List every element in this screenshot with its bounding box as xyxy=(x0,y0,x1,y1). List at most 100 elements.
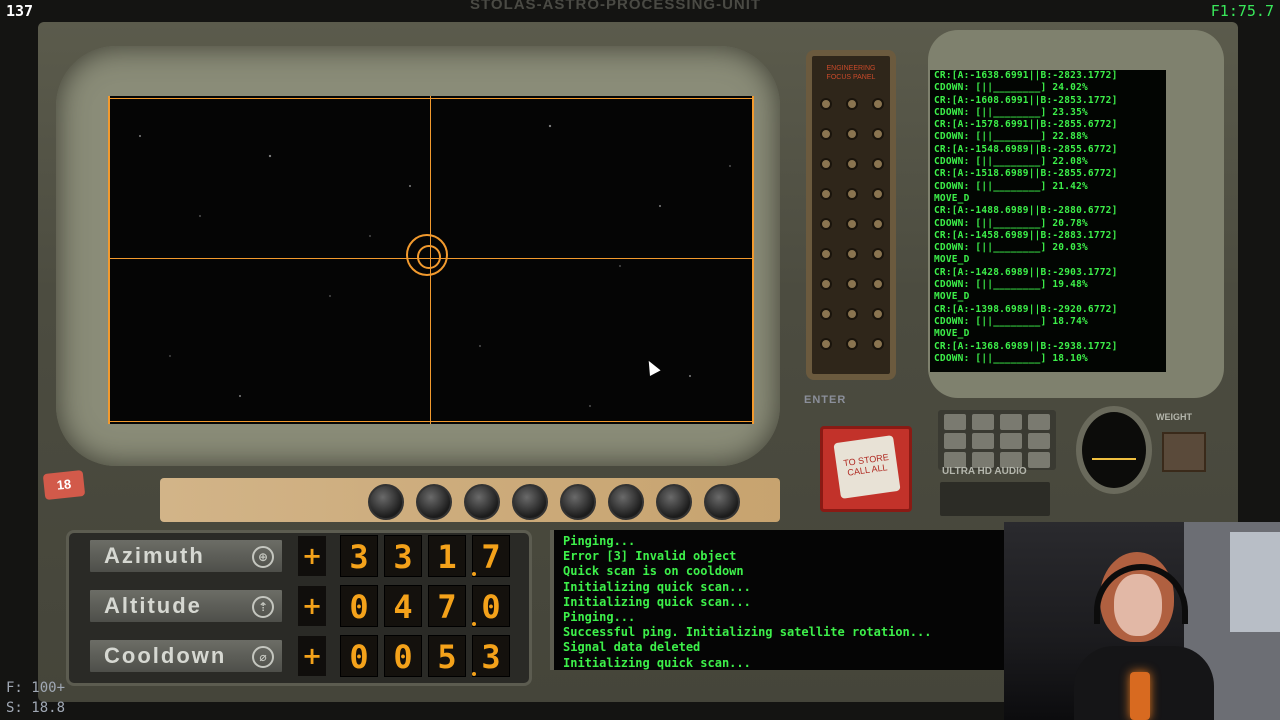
log-line: CDOWN: [||________] 18.74% xyxy=(934,315,1088,327)
patch-jack[interactable] xyxy=(846,218,858,230)
patch-jack[interactable] xyxy=(820,248,832,260)
cooldown-digit[interactable]: 5 xyxy=(428,635,466,677)
decimal-point xyxy=(472,572,476,576)
log-line: CDOWN: [||________] 22.88% xyxy=(934,131,1088,143)
altitude-digit[interactable]: 7 xyxy=(428,585,466,627)
compass-icon: ⊕ xyxy=(252,546,274,568)
cooldown-digit[interactable]: 3 xyxy=(472,635,510,677)
decimal-point xyxy=(472,672,476,676)
log-line: CR:[A:-1548.6989||B:-2855.6772] xyxy=(934,143,1118,155)
patch-jack[interactable] xyxy=(872,308,884,320)
log-line: MOVE_D xyxy=(934,291,970,303)
mouse-cursor-icon xyxy=(643,358,661,376)
patch-panel-label: ENGINEERING FOCUS PANEL xyxy=(826,65,876,81)
terminal-line: Initializing quick scan... xyxy=(563,655,751,670)
scope-waveform xyxy=(1092,458,1136,460)
patch-jack[interactable] xyxy=(872,248,884,260)
patch-jack[interactable] xyxy=(872,98,884,110)
patch-jack[interactable] xyxy=(846,188,858,200)
log-line: MOVE_D xyxy=(934,254,970,266)
keypad-key[interactable] xyxy=(1028,433,1050,449)
log-line: CDOWN: [||________] 18.10% xyxy=(934,352,1088,364)
patch-jack[interactable] xyxy=(846,128,858,140)
altitude-digit[interactable]: 4 xyxy=(384,585,422,627)
terminal-line: Pinging... xyxy=(563,610,636,625)
patch-jack[interactable] xyxy=(820,158,832,170)
log-line: CR:[A:-1398.6989||B:-2920.6772] xyxy=(934,303,1118,315)
patch-jack[interactable] xyxy=(846,338,858,350)
patch-jack[interactable] xyxy=(846,248,858,260)
azimuth-digit[interactable]: 3 xyxy=(340,535,378,577)
altitude-label-text: Altitude xyxy=(104,593,202,618)
patch-jack[interactable] xyxy=(846,278,858,290)
cooldown-digit[interactable]: 0 xyxy=(384,635,422,677)
keypad[interactable] xyxy=(938,410,1056,470)
log-line: CDOWN: [||________] 23.35% xyxy=(934,106,1088,118)
keypad-key[interactable] xyxy=(972,414,994,430)
azimuth-digit[interactable]: 7 xyxy=(472,535,510,577)
keypad-key[interactable] xyxy=(944,414,966,430)
streamer-webcam xyxy=(1004,522,1280,720)
keypad-key[interactable] xyxy=(1000,433,1022,449)
log-line: CR:[A:-1638.6991||B:-2823.1772] xyxy=(934,70,1118,81)
knob-4[interactable] xyxy=(512,484,548,520)
star-field-screen[interactable] xyxy=(108,96,754,424)
cooldown-digit[interactable]: 0 xyxy=(340,635,378,677)
button-18[interactable]: 18 xyxy=(42,469,86,501)
log-line: CDOWN: [||________] 24.02% xyxy=(934,82,1088,94)
patch-jack[interactable] xyxy=(820,128,832,140)
knob-7[interactable] xyxy=(656,484,692,520)
terminal-line: Error [3] Invalid object xyxy=(563,549,737,564)
cooldown-sign-toggle[interactable]: + xyxy=(298,636,326,676)
patch-jack[interactable] xyxy=(820,338,832,350)
status-terminal: Pinging... Error [3] Invalid object Quick … xyxy=(550,530,1010,670)
frame-counter: 137 xyxy=(6,2,34,20)
patch-jack[interactable] xyxy=(820,308,832,320)
oscilloscope xyxy=(1076,406,1152,494)
keypad-key[interactable] xyxy=(1000,414,1022,430)
keypad-key[interactable] xyxy=(1028,452,1050,468)
knob-3[interactable] xyxy=(464,484,500,520)
azimuth-sign-toggle[interactable]: + xyxy=(298,536,326,576)
keypad-key[interactable] xyxy=(1028,414,1050,430)
log-line: CR:[A:-1458.6989||B:-2883.1772] xyxy=(934,229,1118,241)
patch-jack[interactable] xyxy=(846,98,858,110)
patch-jack[interactable] xyxy=(820,218,832,230)
target-reticle-icon xyxy=(406,234,448,276)
azimuth-digit[interactable]: 1 xyxy=(428,535,466,577)
keypad-key[interactable] xyxy=(972,433,994,449)
patch-jack[interactable] xyxy=(846,158,858,170)
log-line: CDOWN: [||________] 22.08% xyxy=(934,156,1088,168)
terminal-line: Initializing quick scan... xyxy=(563,594,751,609)
azimuth-digit[interactable]: 3 xyxy=(384,535,422,577)
patch-jack[interactable] xyxy=(820,98,832,110)
altitude-digit[interactable]: 0 xyxy=(340,585,378,627)
patch-jack[interactable] xyxy=(872,188,884,200)
cooldown-label: Cooldown ⌀ xyxy=(88,638,284,674)
fps-readout: F1:75.7 xyxy=(1210,2,1274,20)
speed-stat: S: 18.8 xyxy=(6,700,66,716)
enter-label: ENTER xyxy=(804,394,847,406)
knob-1[interactable] xyxy=(368,484,404,520)
knob-5[interactable] xyxy=(560,484,596,520)
patch-jack[interactable] xyxy=(872,278,884,290)
altitude-digit[interactable]: 0 xyxy=(472,585,510,627)
azimuth-label-text: Azimuth xyxy=(104,543,205,568)
patch-jack[interactable] xyxy=(872,338,884,350)
knob-6[interactable] xyxy=(608,484,644,520)
patch-jack[interactable] xyxy=(872,128,884,140)
altitude-sign-toggle[interactable]: + xyxy=(298,586,326,626)
patch-jack[interactable] xyxy=(820,278,832,290)
log-line: CR:[A:-1578.6991||B:-2855.6772] xyxy=(934,119,1118,131)
knob-8[interactable] xyxy=(704,484,740,520)
patch-jack[interactable] xyxy=(872,158,884,170)
patch-jack[interactable] xyxy=(846,308,858,320)
knob-2[interactable] xyxy=(416,484,452,520)
audio-sliders[interactable] xyxy=(940,482,1050,516)
patch-jack[interactable] xyxy=(820,188,832,200)
keypad-key[interactable] xyxy=(944,433,966,449)
log-line: CR:[A:-1488.6989||B:-2880.6772] xyxy=(934,205,1118,217)
patch-jack[interactable] xyxy=(872,218,884,230)
frame-stat: F: 100+ xyxy=(6,680,66,696)
red-store-button[interactable]: TO STORE CALL ALL xyxy=(820,426,912,512)
